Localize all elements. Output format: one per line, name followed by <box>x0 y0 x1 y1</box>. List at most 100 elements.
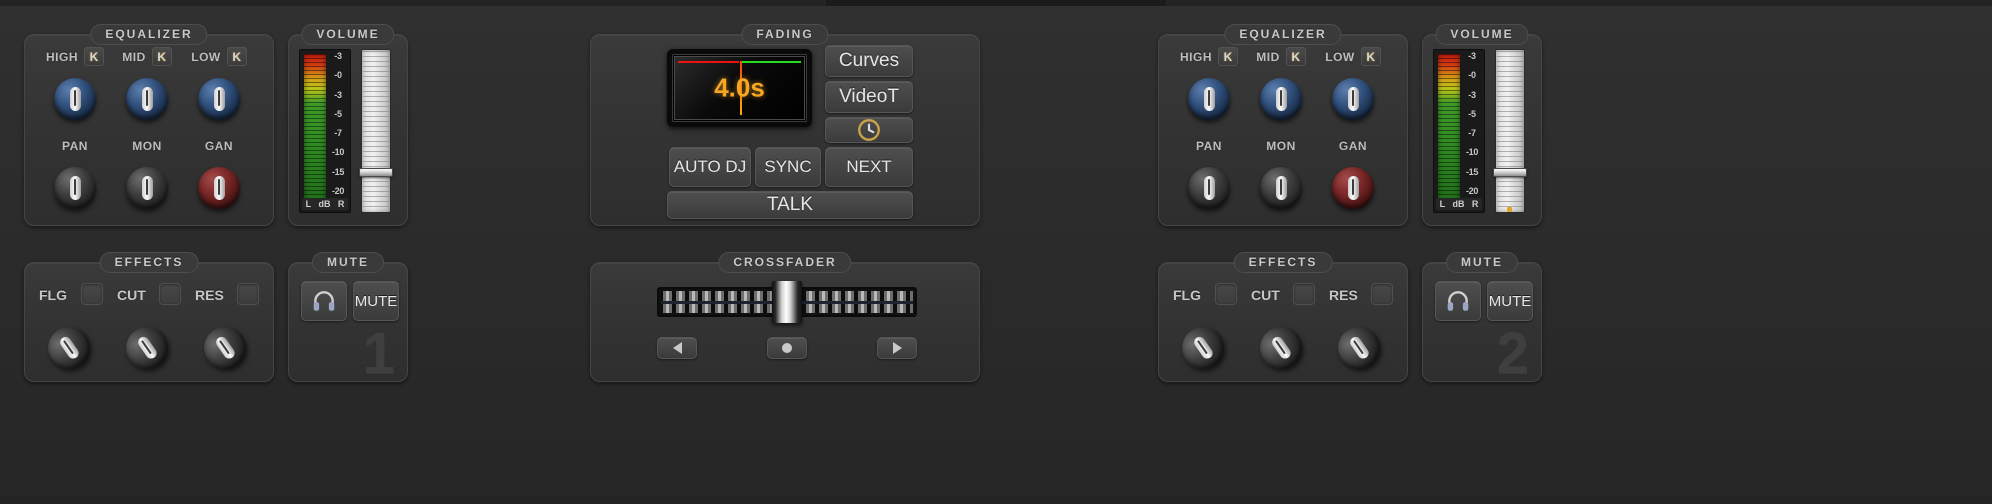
eq-deck1-mid-knob[interactable] <box>118 70 176 128</box>
eq-deck2-mid-control: MID K <box>1245 47 1317 128</box>
effect-label-flg-deck2: FLG <box>1173 287 1201 303</box>
eq-deck2-high-control: HIGH K <box>1173 47 1245 128</box>
crossfade-left-button[interactable] <box>657 337 697 359</box>
eq-deck2-high-knob[interactable] <box>1180 70 1238 128</box>
effect-knob-wrap-3-deck1 <box>193 315 257 378</box>
vu-scale-tick: -10 <box>331 147 345 158</box>
effect-knob-wrap-1-deck2 <box>1171 315 1235 378</box>
fade-curve-display[interactable]: 4.0s <box>667 49 812 127</box>
vu-scale-tick: -5 <box>1468 108 1476 119</box>
crossfader-handle[interactable] <box>772 281 802 323</box>
effect-toggle-cut-deck2[interactable] <box>1293 283 1315 305</box>
effects-panel-deck1: EFFECTS FLG CUT RES <box>24 252 274 382</box>
headphone-cue-button-deck1[interactable] <box>301 281 347 321</box>
eq-deck2-mid-knob[interactable] <box>1252 70 1310 128</box>
volume-fader-indicator <box>1507 207 1512 212</box>
videot-button[interactable]: VideoT <box>825 81 913 113</box>
timer-button[interactable] <box>825 117 913 143</box>
effect-toggle-flg-deck1[interactable] <box>81 283 103 305</box>
crossfade-center-button[interactable] <box>767 337 807 359</box>
dot-icon <box>782 343 792 353</box>
deck-number-label-deck1: 1 <box>362 321 395 386</box>
eq-deck1-high-row: HIGH K <box>39 47 111 66</box>
eq-deck1-pan-knob[interactable] <box>46 159 104 217</box>
equalizer-panel-deck2: EQUALIZER HIGH K MID K LOW K PAN MON GAN <box>1158 24 1408 226</box>
vu-scale-tick: -15 <box>1465 166 1479 177</box>
eq-deck1-low-knob[interactable] <box>190 70 248 128</box>
eq-deck1-low-kill-button[interactable]: K <box>226 47 247 66</box>
effect-toggle-res-deck2[interactable] <box>1371 283 1393 305</box>
vu-meter-scale: -3 -0 -3 -5 -7 -10 -15 -20 <box>328 52 348 196</box>
fade-curve-canvas: 4.0s <box>674 56 805 120</box>
effect-knob-3-deck1[interactable] <box>195 318 255 378</box>
eq-deck2-mon-control: MON <box>1249 137 1313 217</box>
effect-knob-2-deck2[interactable] <box>1251 318 1311 378</box>
effect-toggle-flg-deck2[interactable] <box>1215 283 1237 305</box>
vu-scale-tick: -0 <box>334 70 342 81</box>
eq-deck2-high-kill-button[interactable]: K <box>1218 47 1238 66</box>
eq-deck1-mid-kill-button[interactable]: K <box>151 47 172 66</box>
effect-knob-1-deck1[interactable] <box>39 318 99 378</box>
eq-deck1-gan-knob[interactable] <box>190 159 248 217</box>
effect-toggle-res-deck1[interactable] <box>237 283 259 305</box>
eq-deck2-low-knob[interactable] <box>1324 70 1382 128</box>
knob-pointer <box>1347 335 1371 361</box>
eq-deck2-mon-knob[interactable] <box>1252 159 1310 217</box>
eq-deck1-high-knob[interactable] <box>46 70 104 128</box>
eq-deck2-gan-knob[interactable] <box>1324 159 1382 217</box>
sync-button[interactable]: SYNC <box>755 147 821 187</box>
effect-knob-2-deck1[interactable] <box>117 318 177 378</box>
fading-legend: FADING <box>741 24 829 45</box>
next-button[interactable]: NEXT <box>825 147 913 187</box>
knob-body <box>54 78 96 120</box>
volume-panel-deck1: VOLUME -3 -0 -3 -5 -7 -10 -15 -20 LdB R <box>288 24 408 226</box>
effect-toggle-cut-deck1[interactable] <box>159 283 181 305</box>
fade-curve-right-line <box>739 61 802 63</box>
effect-knob-1-deck2[interactable] <box>1173 318 1233 378</box>
crossfade-right-button[interactable] <box>877 337 917 359</box>
bottom-strip <box>0 496 1992 504</box>
effect-knob-3-deck2[interactable] <box>1329 318 1389 378</box>
talk-button[interactable]: TALK <box>667 191 913 219</box>
knob-pointer <box>1275 176 1287 200</box>
vu-scale-tick: -3 <box>1468 89 1476 100</box>
volume-fader-handle[interactable] <box>1493 168 1527 178</box>
auto-dj-button[interactable]: AUTO DJ <box>669 147 751 187</box>
eq-deck2-mid-row: MID K <box>1245 47 1317 66</box>
volume-fader-deck1[interactable] <box>359 49 393 213</box>
eq-deck1-pan-label: PAN <box>43 137 107 155</box>
headphone-cue-button-deck2[interactable] <box>1435 281 1481 321</box>
knob-pointer <box>69 176 81 200</box>
mute-button-deck1[interactable]: MUTE <box>353 281 399 321</box>
knob-label-text: MON <box>1266 139 1296 153</box>
eq-deck2-mid-kill-button[interactable]: K <box>1285 47 1306 66</box>
eq-deck1-mon-knob[interactable] <box>118 159 176 217</box>
eq-deck1-mon-control: MON <box>115 137 179 217</box>
knob-pointer <box>141 176 153 200</box>
vu-scale-tick: -0 <box>1468 70 1476 81</box>
eq-deck2-pan-knob[interactable] <box>1180 159 1238 217</box>
mute-panel-deck2: MUTE MUTE 2 <box>1422 252 1542 383</box>
triangle-left-icon <box>672 342 682 354</box>
eq-deck2-low-control: LOW K <box>1317 47 1389 128</box>
knob-body <box>1332 167 1374 209</box>
knob-label-text: GAN <box>204 139 234 153</box>
volume-fader-deck2[interactable] <box>1493 49 1527 213</box>
knob-body <box>1260 167 1302 209</box>
vu-scale-tick: -7 <box>334 128 342 139</box>
equalizer-legend-deck2: EQUALIZER <box>1224 24 1342 45</box>
eq-deck1-high-kill-button[interactable]: K <box>84 47 104 66</box>
vu-foot-label: R <box>337 199 345 209</box>
curves-button[interactable]: Curves <box>825 45 913 77</box>
volume-fader-handle[interactable] <box>359 168 393 178</box>
fade-time-value: 4.0s <box>714 72 765 103</box>
volume-panel-deck2: VOLUME -3 -0 -3 -5 -7 -10 -15 -20 LdB R <box>1422 24 1542 226</box>
eq-deck1-high-control: HIGH K <box>39 47 111 128</box>
knob-body <box>1260 78 1302 120</box>
eq-deck2-low-row: LOW K <box>1317 47 1389 66</box>
mute-button-deck2[interactable]: MUTE <box>1487 281 1533 321</box>
effect-knob-wrap-2-deck1 <box>115 315 179 378</box>
eq-deck2-low-kill-button[interactable]: K <box>1360 47 1381 66</box>
eq-deck1-gan-label: GAN <box>187 137 251 155</box>
eq-deck1-gan-control: GAN <box>187 137 251 217</box>
